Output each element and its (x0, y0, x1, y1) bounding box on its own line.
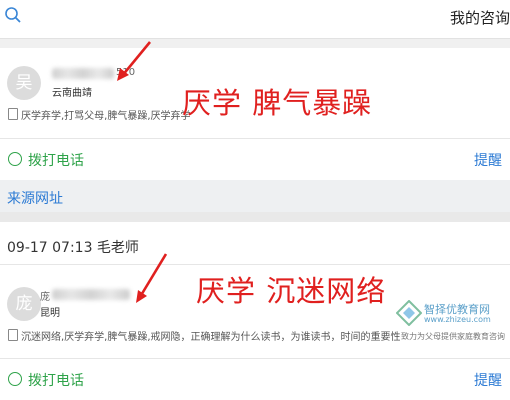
tags-text: 厌学弃学,打骂父母,脾气暴躁,厌学弃学 (21, 111, 191, 122)
divider (0, 358, 510, 359)
remind-button[interactable]: 提醒 (474, 150, 502, 170)
blurred-name (52, 289, 130, 300)
watermark-slogan: 致力为父母提供家庭教育咨询 (401, 332, 505, 341)
name-prefix: 庞 (40, 292, 50, 303)
avatar: 庞 (7, 287, 41, 321)
remind-button[interactable]: 提醒 (474, 370, 502, 390)
tags-text: 沉迷网络,厌学弃学,脾气暴躁,戒网隐，正确理解为什么读书，为谁读书，时间的重要性 (21, 332, 401, 343)
source-bar (0, 180, 510, 212)
source-link[interactable]: 来源网址 (7, 188, 63, 208)
top-bar (0, 0, 510, 39)
watermark-url: www.zhizeu.com (424, 315, 491, 324)
blurred-name (52, 68, 114, 79)
city-label: 昆明 (40, 308, 60, 319)
call-button[interactable]: 拨打电话 (28, 150, 84, 170)
call-button[interactable]: 拨打电话 (28, 370, 84, 390)
annotation-text: 厌学 脾气暴躁 (182, 86, 373, 120)
divider (0, 264, 510, 265)
red-arrow-icon (136, 253, 168, 303)
watermark-logo-icon (396, 300, 422, 326)
divider (0, 212, 510, 222)
document-icon (8, 329, 18, 341)
avatar: 吴 (7, 66, 41, 100)
annotation-text: 厌学 沉迷网络 (196, 274, 387, 308)
page-title: 我的咨询 (449, 9, 510, 27)
phone-icon (8, 152, 22, 166)
document-icon (8, 108, 18, 120)
divider (0, 138, 510, 139)
search-icon[interactable] (4, 6, 22, 24)
red-arrow-icon (117, 41, 152, 81)
city-label: 云南曲靖 (52, 88, 92, 99)
consult-time: 09-17 07:13 毛老师 (7, 240, 139, 256)
phone-icon (8, 372, 22, 386)
